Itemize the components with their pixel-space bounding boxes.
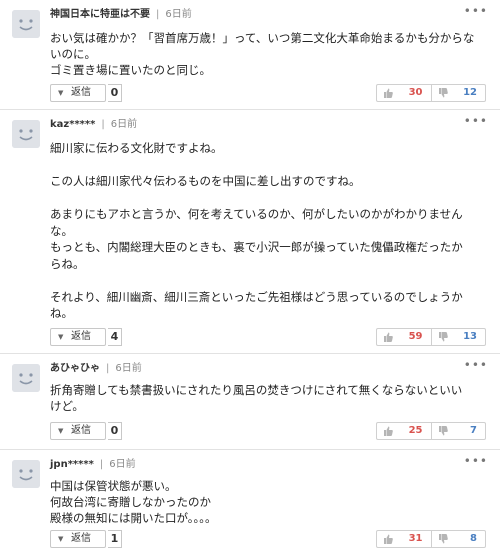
thumbs-up-icon (384, 88, 393, 98)
dislike-count: 13 (463, 331, 477, 342)
comment-body: 折角寄贈しても禁書扱いにされたり風呂の焚きつけにされて無くならないといい けど。 (50, 382, 490, 414)
thumbs-up-icon (384, 426, 393, 436)
comment-line: おい気は確かか？「習首席万歳！」って、いつ第二文化大革命始まるかも分からな (50, 31, 475, 45)
comment-line: な。 (50, 223, 73, 238)
reply-count: 0 (108, 422, 122, 440)
comment-time: 6日前 (110, 119, 138, 130)
comment-line: 折角寄贈しても禁書扱いにされたり風呂の焚きつけにされて無くならないといい (50, 383, 463, 397)
comment-line (50, 157, 490, 174)
comment-body: おい気は確かか？「習首席万歳！」って、いつ第二文化大革命始まるかも分からな いの… (50, 30, 490, 78)
comment-line: ね。 (50, 306, 73, 320)
comment-line: 何故台湾に寄贈しなかったのか (50, 495, 211, 509)
like-button[interactable]: 30 (377, 85, 431, 101)
thumbs-up-icon (384, 534, 393, 544)
comment-line: 細川家に伝わる文化財ですよね。 (50, 141, 223, 155)
reply-label: 返信 (71, 533, 91, 544)
username-link[interactable]: jpn***** (50, 459, 94, 470)
comment-line (50, 190, 490, 207)
reply-count: 1 (108, 530, 122, 548)
triangle-down-icon: ▼ (58, 427, 64, 435)
like-button[interactable]: 31 (377, 531, 431, 547)
comment-line: 中国は保管状態が悪い。 (50, 479, 177, 493)
comment-time: 6日前 (165, 9, 192, 20)
dislike-button[interactable]: 13 (430, 329, 486, 345)
like-count: 31 (408, 533, 423, 544)
reply-button[interactable]: ▼ 返信 (50, 84, 106, 102)
comment-item: kaz***** | 6日前 ••• 細川家に伝わる文化財ですよね。 この人は細川家… (0, 110, 500, 354)
username-link[interactable]: あひゃひゃ (50, 363, 100, 374)
comment-line: この人は細川家代々伝わるものを中国に差し出すのですね。 (50, 174, 361, 188)
reply-button[interactable]: ▼ 返信 (50, 328, 106, 346)
default-avatar-icon[interactable] (12, 460, 40, 488)
dislike-count: 12 (463, 87, 477, 98)
comment-time: 6日前 (109, 459, 136, 470)
comment-item: jpn***** | 6日前 ••• 中国は保管状態が悪い。 何故台湾に寄贈しなかっ… (0, 450, 500, 558)
triangle-down-icon: ▼ (58, 535, 64, 543)
like-count: 25 (408, 425, 423, 436)
comment-line: らね。 (50, 256, 85, 271)
comment-time: 6日前 (115, 363, 142, 374)
vote-box: 25 7 (376, 422, 486, 440)
reply-label: 返信 (71, 331, 91, 342)
dislike-button[interactable]: 8 (430, 531, 486, 547)
like-count: 30 (408, 87, 423, 98)
dislike-button[interactable]: 12 (430, 85, 486, 101)
comment-line: 殿様の無知には開いた口が。。。。 (50, 511, 217, 525)
comment-header: 神国日本に特亜は不要 | 6日前 (50, 8, 192, 22)
username-link[interactable]: kaz***** (50, 119, 95, 130)
thumbs-up-icon (384, 332, 393, 342)
reply-count: 4 (108, 328, 122, 346)
comment-header: kaz***** | 6日前 (50, 118, 137, 132)
reply-button[interactable]: ▼ 返信 (50, 422, 106, 440)
header-separator: | (99, 459, 104, 470)
vote-box: 59 13 (376, 328, 486, 346)
comment-item: あひゃひゃ | 6日前 ••• 折角寄贈しても禁書扱いにされたり風呂の焚きつけにされ… (0, 354, 500, 450)
username-link[interactable]: 神国日本に特亜は不要 (50, 9, 150, 20)
reply-label: 返信 (71, 87, 91, 98)
triangle-down-icon: ▼ (58, 333, 64, 341)
more-options-icon[interactable]: ••• (464, 358, 488, 372)
comment-header: あひゃひゃ | 6日前 (50, 362, 142, 376)
default-avatar-icon[interactable] (12, 10, 40, 38)
comment-body: 細川家に伝わる文化財ですよね。 この人は細川家代々伝わるものを中国に差し出すので… (50, 140, 490, 322)
comment-line: ゴミ置き場に置いたのと同じ。 (50, 63, 211, 77)
reply-count: 0 (108, 84, 122, 102)
dislike-button[interactable]: 7 (430, 423, 486, 439)
like-button[interactable]: 25 (377, 423, 431, 439)
comment-line: いのに。 (50, 47, 96, 61)
like-button[interactable]: 59 (377, 329, 431, 345)
header-separator: | (156, 9, 160, 20)
reply-button[interactable]: ▼ 返信 (50, 530, 106, 548)
comment-header: jpn***** | 6日前 (50, 458, 136, 472)
thumbs-down-icon (438, 534, 448, 544)
comment-line (50, 272, 490, 289)
comment-line: あまりにもアホと言うか、何を考えているのか、何がしたいのかがわかりません (50, 207, 463, 221)
default-avatar-icon[interactable] (12, 364, 40, 392)
like-count: 59 (408, 331, 423, 342)
more-options-icon[interactable]: ••• (464, 454, 488, 468)
comment-item: 神国日本に特亜は不要 | 6日前 ••• おい気は確かか？「習首席万歳！」って、いつ… (0, 0, 500, 110)
header-separator: | (101, 119, 105, 130)
vote-box: 30 12 (376, 84, 486, 102)
dislike-count: 7 (470, 425, 477, 436)
more-options-icon[interactable]: ••• (464, 4, 488, 18)
thumbs-down-icon (438, 88, 448, 98)
reply-label: 返信 (71, 425, 91, 436)
comment-body: 中国は保管状態が悪い。 何故台湾に寄贈しなかったのか 殿様の無知には開いた口が。… (50, 478, 490, 526)
header-separator: | (106, 363, 110, 374)
comment-line: もっとも、内閣総理大臣のときも、裏で小沢一郎が操っていた傀儡政権だったか (50, 240, 463, 254)
vote-box: 31 8 (376, 530, 486, 548)
default-avatar-icon[interactable] (12, 120, 40, 148)
comment-line: それより、細川幽斎、細川三斎といったご先祖様はどう思っているのでしょうか (50, 289, 463, 304)
triangle-down-icon: ▼ (58, 89, 64, 97)
more-options-icon[interactable]: ••• (464, 114, 488, 128)
comment-line: けど。 (50, 399, 84, 413)
thumbs-down-icon (438, 332, 448, 342)
dislike-count: 8 (470, 533, 477, 544)
thumbs-down-icon (438, 426, 448, 436)
